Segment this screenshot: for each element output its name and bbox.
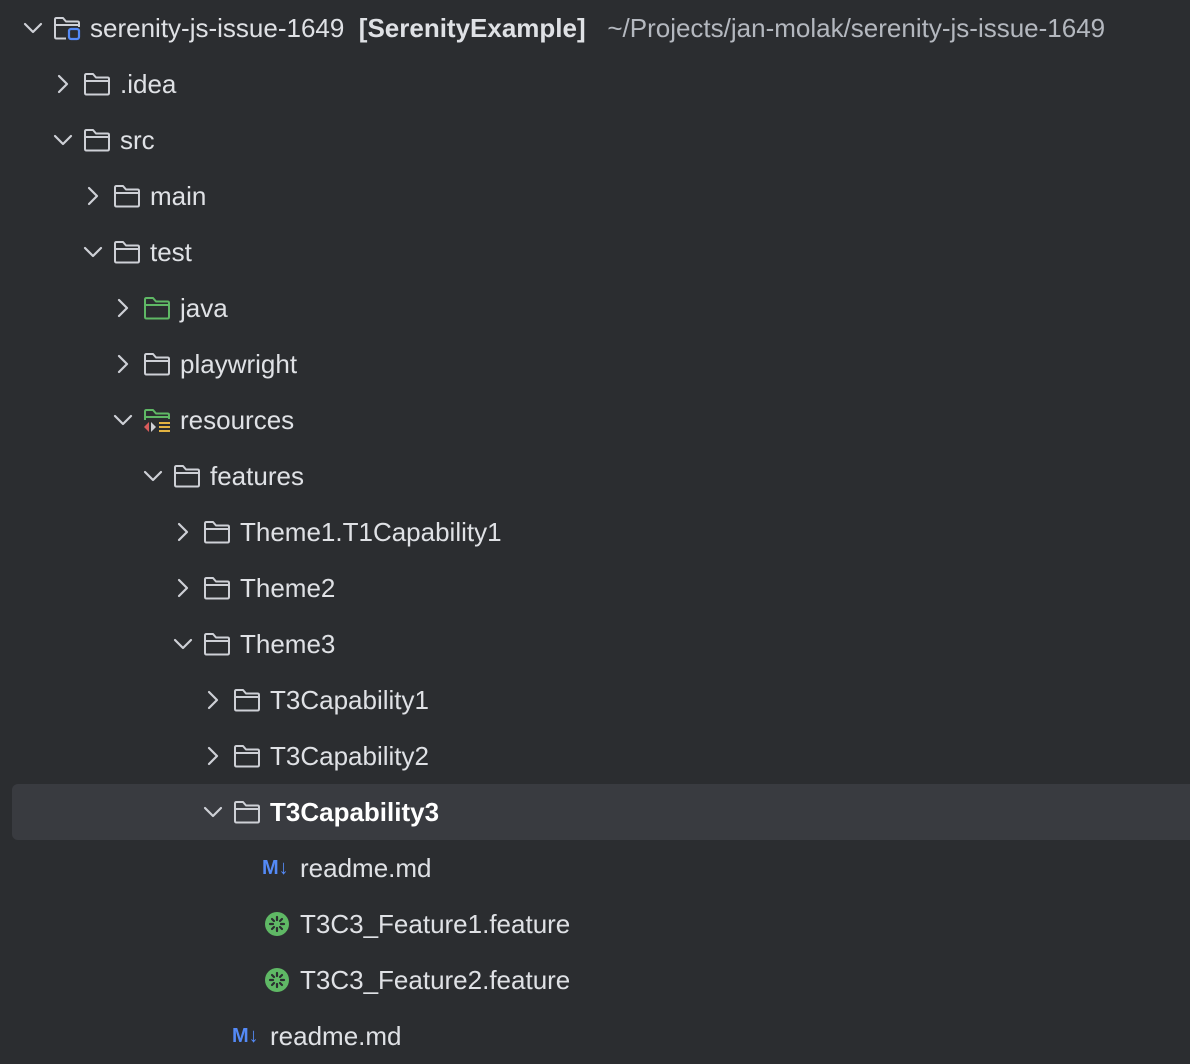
project-tree: serenity-js-issue-1649 [SerenityExample]… xyxy=(0,0,1190,1064)
chevron-down-icon[interactable] xyxy=(19,14,47,42)
tree-item-label: test xyxy=(150,237,192,267)
tree-item-label: Theme2 xyxy=(240,573,336,603)
chevron-down-icon[interactable] xyxy=(139,462,167,490)
folder-icon xyxy=(232,798,262,826)
tree-row-features[interactable]: features xyxy=(0,448,1190,504)
folder-icon xyxy=(202,574,232,602)
markdown-icon: M↓ xyxy=(262,857,289,879)
chevron-down-icon[interactable] xyxy=(79,238,107,266)
folder-icon xyxy=(232,742,262,770)
chevron-right-icon[interactable] xyxy=(109,294,137,322)
resources-folder-icon xyxy=(144,409,170,432)
folder-icon xyxy=(142,350,172,378)
tree-item-label: Theme3 xyxy=(240,629,336,659)
tree-row-t3capability2[interactable]: T3Capability2 xyxy=(0,728,1190,784)
chevron-right-icon[interactable] xyxy=(199,686,227,714)
folder-icon xyxy=(202,630,232,658)
tree-row-idea[interactable]: .idea xyxy=(0,56,1190,112)
tree-item-label: java xyxy=(180,293,228,323)
tree-row-project-root[interactable]: serenity-js-issue-1649 [SerenityExample]… xyxy=(0,0,1190,56)
chevron-down-icon[interactable] xyxy=(199,798,227,826)
chevron-right-icon[interactable] xyxy=(169,518,197,546)
tree-row-playwright[interactable]: playwright xyxy=(0,336,1190,392)
tree-row-theme3[interactable]: Theme3 xyxy=(0,616,1190,672)
markdown-icon: M↓ xyxy=(232,1025,259,1047)
tree-row-feature2[interactable]: T3C3_Feature2.feature xyxy=(0,952,1190,1008)
tree-item-label: T3C3_Feature1.feature xyxy=(300,909,571,939)
tree-row-theme2[interactable]: Theme2 xyxy=(0,560,1190,616)
tree-item-label: readme.md xyxy=(270,1021,402,1051)
project-root-label: serenity-js-issue-1649 [SerenityExample]… xyxy=(90,0,1105,56)
tree-row-test[interactable]: test xyxy=(0,224,1190,280)
folder-icon xyxy=(172,462,202,490)
module-name: [SerenityExample] xyxy=(358,13,586,43)
tree-row-t3capability1[interactable]: T3Capability1 xyxy=(0,672,1190,728)
tree-row-readme-outer[interactable]: M↓ readme.md xyxy=(0,1008,1190,1064)
cucumber-icon xyxy=(265,912,289,936)
tree-item-label: main xyxy=(150,181,207,211)
tree-item-label: src xyxy=(120,125,155,155)
module-icon xyxy=(54,17,81,41)
tree-item-label: Theme1.T1Capability1 xyxy=(240,517,502,547)
folder-icon xyxy=(112,182,142,210)
tree-item-label: T3C3_Feature2.feature xyxy=(300,965,571,995)
chevron-right-icon[interactable] xyxy=(79,182,107,210)
source-folder-icon xyxy=(142,294,172,322)
folder-icon xyxy=(82,70,112,98)
project-path: ~/Projects/jan-molak/serenity-js-issue-1… xyxy=(607,13,1106,43)
chevron-down-icon[interactable] xyxy=(109,406,137,434)
project-name: serenity-js-issue-1649 xyxy=(90,13,345,43)
tree-row-t3capability3-selected[interactable]: T3Capability3 xyxy=(0,784,1190,840)
tree-row-src[interactable]: src xyxy=(0,112,1190,168)
folder-icon xyxy=(112,238,142,266)
tree-item-label: T3Capability1 xyxy=(270,685,429,715)
tree-item-label: resources xyxy=(180,405,295,435)
tree-item-label: features xyxy=(210,461,304,491)
tree-item-label: T3Capability3 xyxy=(270,797,440,827)
chevron-right-icon[interactable] xyxy=(169,574,197,602)
tree-row-theme1[interactable]: Theme1.T1Capability1 xyxy=(0,504,1190,560)
chevron-right-icon[interactable] xyxy=(49,70,77,98)
tree-item-label: playwright xyxy=(180,349,298,379)
chevron-right-icon[interactable] xyxy=(109,350,137,378)
chevron-down-icon[interactable] xyxy=(49,126,77,154)
folder-icon xyxy=(202,518,232,546)
tree-row-resources[interactable]: resources xyxy=(0,392,1190,448)
tree-item-label: readme.md xyxy=(300,853,432,883)
tree-item-label: .idea xyxy=(120,69,177,99)
tree-row-readme-inner[interactable]: M↓ readme.md xyxy=(0,840,1190,896)
folder-icon xyxy=(82,126,112,154)
folder-icon xyxy=(232,686,262,714)
chevron-down-icon[interactable] xyxy=(169,630,197,658)
cucumber-icon xyxy=(265,968,289,992)
tree-row-java[interactable]: java xyxy=(0,280,1190,336)
chevron-right-icon[interactable] xyxy=(199,742,227,770)
tree-row-main[interactable]: main xyxy=(0,168,1190,224)
tree-row-feature1[interactable]: T3C3_Feature1.feature xyxy=(0,896,1190,952)
tree-item-label: T3Capability2 xyxy=(270,741,429,771)
